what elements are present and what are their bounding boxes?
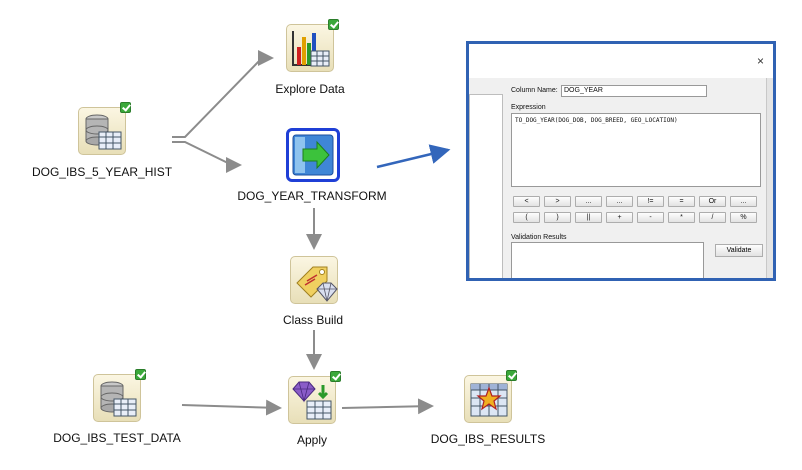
validate-button[interactable]: Validate <box>715 244 763 257</box>
operator-button[interactable]: != <box>637 196 664 207</box>
expression-input[interactable]: TO_DOG_YEAR(DOG_DOB, DOG_BREED, GEO_LOCA… <box>511 113 761 187</box>
node-label: DOG_IBS_TEST_DATA <box>53 431 181 445</box>
expression-label: Expression <box>511 104 546 111</box>
operator-button[interactable]: ... <box>575 196 602 207</box>
operator-button[interactable]: > <box>544 196 571 207</box>
operator-button[interactable]: < <box>513 196 540 207</box>
operator-button[interactable]: = <box>668 196 695 207</box>
validation-results-label: Validation Results <box>511 234 567 241</box>
operator-button[interactable]: - <box>637 212 664 223</box>
column-name-input[interactable]: DOG_YEAR <box>561 85 707 97</box>
status-check-icon <box>135 369 146 380</box>
results-table-icon[interactable] <box>464 375 512 423</box>
node-label: DOG_IBS_5_YEAR_HIST <box>31 165 173 179</box>
node-label: Apply <box>296 433 328 447</box>
operator-button[interactable]: || <box>575 212 602 223</box>
wire-hist-to-explore[interactable] <box>172 50 274 138</box>
operator-button[interactable]: + <box>606 212 633 223</box>
status-check-icon <box>328 19 339 30</box>
node-label: Explore Data <box>275 82 345 96</box>
operator-button[interactable]: Or <box>699 196 726 207</box>
dialog-scrollbar[interactable] <box>766 78 773 278</box>
operator-button[interactable]: ... <box>606 196 633 207</box>
operator-button[interactable]: ) <box>544 212 571 223</box>
bar-chart-icon[interactable] <box>286 24 334 72</box>
node-label: DOG_IBS_RESULTS <box>430 432 546 446</box>
operator-button[interactable]: * <box>668 212 695 223</box>
status-check-icon <box>120 102 131 113</box>
status-check-icon <box>506 370 517 381</box>
database-table-icon[interactable] <box>78 107 126 155</box>
wire-apply-to-results[interactable] <box>341 398 434 415</box>
status-check-icon <box>330 371 341 382</box>
validation-results-box <box>511 242 704 278</box>
node-label: DOG_YEAR_TRANSFORM <box>237 189 387 203</box>
dialog-title-bar: × <box>469 44 773 78</box>
wire-testdata-to-apply[interactable] <box>181 399 282 416</box>
close-icon[interactable]: × <box>757 54 764 68</box>
zoom-link-arrow <box>376 144 451 169</box>
transform-icon[interactable] <box>286 128 340 182</box>
class-build-tag-gem-icon[interactable] <box>290 256 338 304</box>
operator-button[interactable]: / <box>699 212 726 223</box>
dialog-left-panel <box>469 94 503 278</box>
operator-button[interactable]: % <box>730 212 757 223</box>
operator-button[interactable]: ( <box>513 212 540 223</box>
wire-hist-to-transform[interactable] <box>172 141 242 173</box>
operator-button[interactable]: ... <box>730 196 757 207</box>
column-name-label: Column Name: <box>511 87 558 94</box>
node-label: Class Build <box>282 313 344 327</box>
apply-gem-table-icon[interactable] <box>288 376 336 424</box>
database-table-icon[interactable] <box>93 374 141 422</box>
expression-builder-dialog: × Column Name: DOG_YEAR Expression TO_DO… <box>466 41 776 281</box>
